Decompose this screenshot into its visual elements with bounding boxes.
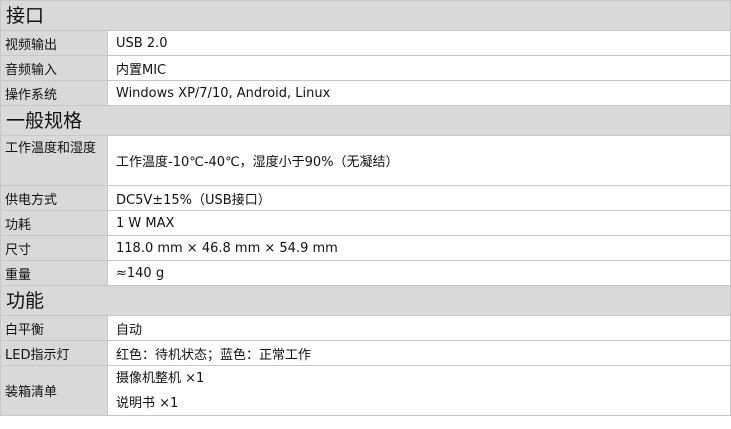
spec-table: 接口 视频输出 USB 2.0 音频输入 内置MIC 操作系统 Windows … <box>0 0 731 416</box>
section-header-features: 功能 <box>1 286 731 316</box>
section-header-interface: 接口 <box>1 1 731 31</box>
package-item: 说明书 ×1 <box>116 396 179 411</box>
spec-label: 音频输入 <box>1 56 108 80</box>
spec-label: 操作系统 <box>1 81 108 105</box>
spec-row: 视频输出 USB 2.0 <box>1 31 731 56</box>
spec-row: 装箱清单 摄像机整机 ×1 说明书 ×1 <box>1 366 731 416</box>
spec-label: 工作温度和湿度 <box>1 136 108 185</box>
spec-row: 尺寸 118.0 mm × 46.8 mm × 54.9 mm <box>1 236 731 261</box>
spec-label: 装箱清单 <box>1 366 108 415</box>
spec-label: 供电方式 <box>1 186 108 210</box>
spec-row: 供电方式 DC5V±15%（USB接口） <box>1 186 731 211</box>
spec-label: 功耗 <box>1 211 108 235</box>
spec-row: 音频输入 内置MIC <box>1 56 731 81</box>
spec-row: 工作温度和湿度 工作温度-10℃-40℃，湿度小于90%（无凝结） <box>1 136 731 186</box>
spec-label: 白平衡 <box>1 316 108 340</box>
spec-value: DC5V±15%（USB接口） <box>108 186 731 210</box>
spec-value: USB 2.0 <box>108 31 731 55</box>
package-item: 摄像机整机 ×1 <box>116 371 205 386</box>
spec-value: 红色：待机状态；蓝色：正常工作 <box>108 341 731 365</box>
spec-value-list: 摄像机整机 ×1 说明书 ×1 <box>108 366 731 415</box>
spec-label: 视频输出 <box>1 31 108 55</box>
spec-value: 自动 <box>108 316 731 340</box>
section-header-general-specs: 一般规格 <box>1 106 731 136</box>
spec-row: LED指示灯 红色：待机状态；蓝色：正常工作 <box>1 341 731 366</box>
spec-row: 重量 ≈140 g <box>1 261 731 286</box>
spec-label: LED指示灯 <box>1 341 108 365</box>
spec-value: ≈140 g <box>108 261 731 285</box>
spec-value: 118.0 mm × 46.8 mm × 54.9 mm <box>108 236 731 260</box>
spec-label: 尺寸 <box>1 236 108 260</box>
spec-value: 1 W MAX <box>108 211 731 235</box>
spec-row: 白平衡 自动 <box>1 316 731 341</box>
spec-label: 重量 <box>1 261 108 285</box>
spec-row: 功耗 1 W MAX <box>1 211 731 236</box>
spec-value: 内置MIC <box>108 56 731 80</box>
spec-value: 工作温度-10℃-40℃，湿度小于90%（无凝结） <box>108 136 731 185</box>
spec-value: Windows XP/7/10, Android, Linux <box>108 81 731 105</box>
spec-row: 操作系统 Windows XP/7/10, Android, Linux <box>1 81 731 106</box>
